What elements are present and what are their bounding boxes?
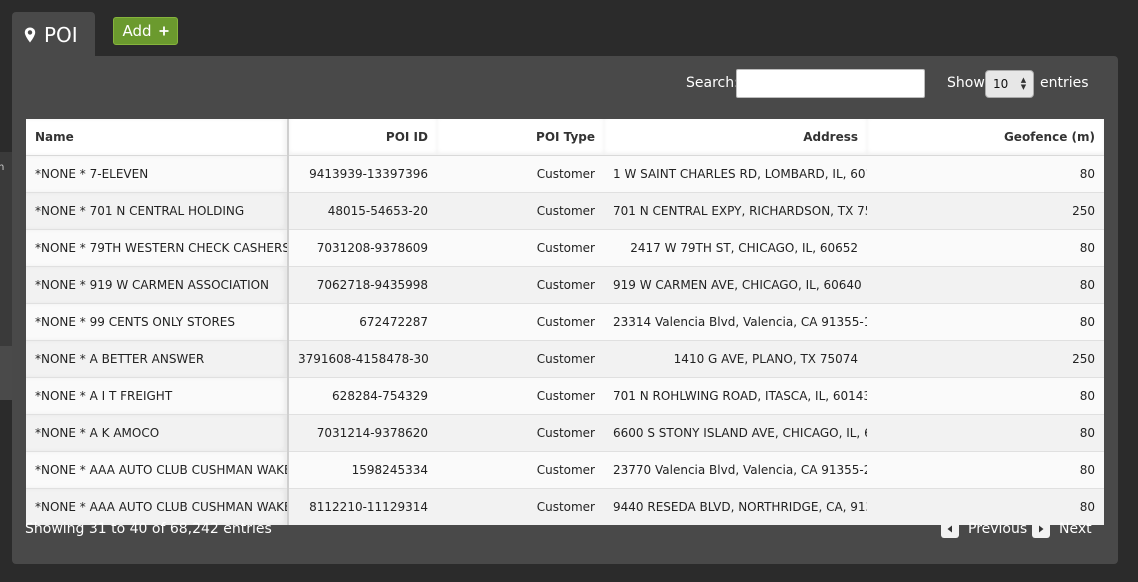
cell-poi-type: Customer xyxy=(437,154,604,192)
cell-geofence: 80 xyxy=(867,413,1104,451)
column-header-poi-type[interactable]: POI Type xyxy=(437,119,604,156)
entries-label: entries xyxy=(1040,75,1089,91)
cell-poi-id: 1598245334 xyxy=(288,450,437,488)
cell-address: 9440 RESEDA BLVD, NORTHRIDGE, CA, 91324 xyxy=(604,487,867,525)
next-label: Next xyxy=(1059,521,1092,537)
cell-name: *NONE * 919 W CARMEN ASSOCIATION xyxy=(26,265,289,303)
cell-address: 1 W SAINT CHARLES RD, LOMBARD, IL, 60148 xyxy=(604,154,867,192)
column-header-address[interactable]: Address xyxy=(604,119,867,156)
poi-table: Name POI ID POI Type Address Geofence (m… xyxy=(26,119,1104,525)
cell-poi-type: Customer xyxy=(437,191,604,229)
column-header-name[interactable]: Name xyxy=(26,119,289,156)
cell-address: 919 W CARMEN AVE, CHICAGO, IL, 60640 xyxy=(604,265,867,303)
table-row[interactable]: *NONE * 7-ELEVEN 9413939-13397396 Customer… xyxy=(26,154,1104,192)
table-row[interactable]: *NONE * 79TH WESTERN CHECK CASHERS 703120… xyxy=(26,228,1104,266)
entries-per-page-select[interactable]: 10 ▲ ▼ xyxy=(985,70,1034,98)
cell-poi-id: 9413939-13397396 xyxy=(288,154,437,192)
search-input[interactable] xyxy=(736,69,925,98)
cell-poi-type: Customer xyxy=(437,450,604,488)
table-row[interactable]: *NONE * 701 N CENTRAL HOLDING 48015-54653… xyxy=(26,191,1104,229)
cell-name: *NONE * A BETTER ANSWER xyxy=(26,339,289,377)
map-pin-icon xyxy=(24,27,36,43)
arrow-left-icon xyxy=(941,520,959,538)
cell-poi-type: Customer xyxy=(437,339,604,377)
cell-address: 23770 Valencia Blvd, Valencia, CA 91355-… xyxy=(604,450,867,488)
arrow-right-icon xyxy=(1032,520,1050,538)
cell-poi-type: Customer xyxy=(437,376,604,414)
select-arrows-icon: ▲ ▼ xyxy=(1020,76,1027,91)
tab-label: POI xyxy=(44,22,78,47)
cell-poi-type: Customer xyxy=(437,265,604,303)
cell-address: 2417 W 79TH ST, CHICAGO, IL, 60652 xyxy=(604,228,867,266)
cell-address: 23314 Valencia Blvd, Valencia, CA 91355-… xyxy=(604,302,867,340)
table-row[interactable]: *NONE * A BETTER ANSWER 3791608-4158478-3… xyxy=(26,339,1104,377)
cell-address: 6600 S STONY ISLAND AVE, CHICAGO, IL, 60… xyxy=(604,413,867,451)
cell-address: 1410 G AVE, PLANO, TX 75074 xyxy=(604,339,867,377)
table-row[interactable]: *NONE * 99 CENTS ONLY STORES 672472287 Cus… xyxy=(26,302,1104,340)
table-info: Showing 31 to 40 of 68,242 entries xyxy=(25,521,272,537)
cell-address: 701 N CENTRAL EXPY, RICHARDSON, TX 75080 xyxy=(604,191,867,229)
show-label: Show xyxy=(947,75,985,91)
add-button[interactable]: Add xyxy=(113,17,178,45)
plus-icon xyxy=(159,22,169,40)
cell-geofence: 80 xyxy=(867,376,1104,414)
cell-name: *NONE * A K AMOCO xyxy=(26,413,289,451)
table-row[interactable]: *NONE * 919 W CARMEN ASSOCIATION 7062718-… xyxy=(26,265,1104,303)
cell-poi-id: 48015-54653-20 xyxy=(288,191,437,229)
cell-geofence: 80 xyxy=(867,450,1104,488)
table-header-row: Name POI ID POI Type Address Geofence (m… xyxy=(26,119,1104,156)
cell-geofence: 250 xyxy=(867,191,1104,229)
cell-poi-id: 7031214-9378620 xyxy=(288,413,437,451)
cell-geofence: 80 xyxy=(867,265,1104,303)
cell-poi-id: 7062718-9435998 xyxy=(288,265,437,303)
sidebar-fragment-text: n xyxy=(0,162,5,173)
cell-poi-type: Customer xyxy=(437,413,604,451)
cell-poi-id: 628284-754329 xyxy=(288,376,437,414)
add-button-label: Add xyxy=(122,22,152,40)
previous-label: Previous xyxy=(968,521,1028,537)
cell-poi-id: 3791608-4158478-30 xyxy=(288,339,437,377)
tab-poi[interactable]: POI xyxy=(12,12,95,57)
cell-name: *NONE * 701 N CENTRAL HOLDING xyxy=(26,191,289,229)
cell-poi-type: Customer xyxy=(437,302,604,340)
column-header-geofence[interactable]: Geofence (m) xyxy=(867,119,1104,156)
cell-name: *NONE * AAA AUTO CLUB CUSHMAN WAKEFIELD xyxy=(26,450,289,488)
entries-per-page-value: 10 xyxy=(993,77,1009,91)
cell-geofence: 80 xyxy=(867,154,1104,192)
cell-address: 701 N ROHLWING ROAD, ITASCA, IL, 60143 xyxy=(604,376,867,414)
search-label: Search: xyxy=(686,75,739,91)
cell-poi-type: Customer xyxy=(437,228,604,266)
cell-geofence: 250 xyxy=(867,339,1104,377)
cell-poi-id: 8112210-11129314 xyxy=(288,487,437,525)
cell-name: *NONE * AAA AUTO CLUB CUSHMAN WAKEFIELD xyxy=(26,487,289,525)
cell-geofence: 80 xyxy=(867,302,1104,340)
sidebar-fragment-item xyxy=(0,346,12,400)
next-page-button[interactable]: Next xyxy=(1032,520,1092,538)
poi-table-container: Name POI ID POI Type Address Geofence (m… xyxy=(26,119,1104,525)
cell-name: *NONE * A I T FREIGHT xyxy=(26,376,289,414)
cell-name: *NONE * 99 CENTS ONLY STORES xyxy=(26,302,289,340)
cell-poi-id: 672472287 xyxy=(288,302,437,340)
column-header-poi-id[interactable]: POI ID xyxy=(288,119,437,156)
cell-geofence: 80 xyxy=(867,228,1104,266)
cell-poi-id: 7031208-9378609 xyxy=(288,228,437,266)
table-row[interactable]: *NONE * A K AMOCO 7031214-9378620 Customer… xyxy=(26,413,1104,451)
previous-page-button[interactable]: Previous xyxy=(941,520,1027,538)
table-row[interactable]: *NONE * A I T FREIGHT 628284-754329 Custom… xyxy=(26,376,1104,414)
table-row[interactable]: *NONE * AAA AUTO CLUB CUSHMAN WAKEFIELD1… xyxy=(26,450,1104,488)
cell-name: *NONE * 7-ELEVEN xyxy=(26,154,289,192)
cell-poi-type: Customer xyxy=(437,487,604,525)
cell-name: *NONE * 79TH WESTERN CHECK CASHERS xyxy=(26,228,289,266)
